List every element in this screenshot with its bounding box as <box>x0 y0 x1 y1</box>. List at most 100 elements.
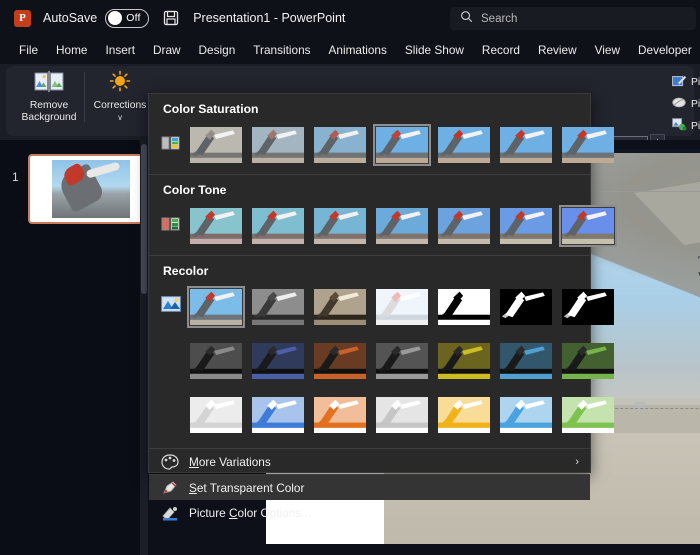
thumbnail-image <box>562 397 614 433</box>
thumbnail-image <box>376 208 428 244</box>
remove-background-label-line2: Background <box>21 112 77 123</box>
saturation-200-thumbnail[interactable] <box>435 124 493 166</box>
dark-accent-orange-thumbnail[interactable] <box>311 340 369 382</box>
thumbnail-image <box>252 343 304 379</box>
temp-5300k-thumbnail[interactable] <box>249 205 307 247</box>
thumbnail-image <box>438 127 490 163</box>
tab-slide-show[interactable]: Slide Show <box>396 40 473 60</box>
slide-panel-scrollbar[interactable] <box>140 140 148 555</box>
saturation-300-thumbnail[interactable] <box>497 124 555 166</box>
temp-6500k-thumbnail[interactable] <box>373 205 431 247</box>
temp-11200k-thumbnail[interactable] <box>559 205 617 247</box>
thumbnail-image <box>500 208 552 244</box>
black-and-white-50-thumbnail[interactable] <box>497 286 555 328</box>
thumbnail-image <box>562 343 614 379</box>
thumbnail-row <box>149 336 614 386</box>
autosave-label: AutoSave <box>43 11 98 25</box>
light-accent-gray2-thumbnail[interactable] <box>373 394 431 436</box>
slide-1-thumbnail[interactable] <box>28 154 146 224</box>
dark-accent-blue-thumbnail[interactable] <box>249 340 307 382</box>
saturation-400-thumbnail[interactable] <box>559 124 617 166</box>
sepia-thumbnail[interactable] <box>311 286 369 328</box>
remove-background-label-line1: Remove <box>29 100 69 111</box>
thumbnail-image <box>376 397 428 433</box>
light-accent-gray-thumbnail[interactable] <box>187 394 245 436</box>
tab-animations[interactable]: Animations <box>320 40 396 60</box>
menu-item-set-transparent-color[interactable]: Set Transparent Color <box>149 475 590 500</box>
dark-accent-green-thumbnail[interactable] <box>559 340 617 382</box>
thumbnail-image <box>314 208 366 244</box>
saturation-66-thumbnail[interactable] <box>311 124 369 166</box>
thumbnail-image <box>562 127 614 163</box>
picture-border-button[interactable]: Pic <box>672 74 700 90</box>
picture-border-label: Pic <box>691 76 700 88</box>
menu-item-more-variations[interactable]: More Variations › <box>149 449 590 474</box>
thumbnail-image <box>252 208 304 244</box>
chevron-down-icon: ∨ <box>117 113 123 122</box>
save-icon[interactable] <box>163 10 179 26</box>
grayscale-thumbnail[interactable] <box>249 286 307 328</box>
plane-graphic <box>52 160 130 218</box>
saturation-33-thumbnail[interactable] <box>249 124 307 166</box>
thumbnail-image <box>314 127 366 163</box>
transparent-color-pen-icon <box>161 480 181 496</box>
thumbnail-image <box>438 289 490 325</box>
tab-insert[interactable]: Insert <box>96 40 144 60</box>
tab-record[interactable]: Record <box>473 40 529 60</box>
ribbon-tab-bar: File Home Insert Draw Design Transitions Anima… <box>0 36 700 64</box>
thumbnail-image <box>500 397 552 433</box>
menu-section-title: Recolor <box>163 264 209 278</box>
corrections-button[interactable]: Corrections ∨ <box>90 70 150 124</box>
thumbnail-image <box>562 289 614 325</box>
corrections-label: Corrections <box>93 100 147 111</box>
temp-4700k-thumbnail[interactable] <box>187 205 245 247</box>
dark-accent-lightblue-thumbnail[interactable] <box>497 340 555 382</box>
light-accent-orange-thumbnail[interactable] <box>311 394 369 436</box>
picture-effects-label: Pic <box>691 98 700 110</box>
menu-item-picture-color-options[interactable]: Picture Color Options... <box>149 500 590 525</box>
temp-7200k-thumbnail[interactable] <box>435 205 493 247</box>
thumbnail-image <box>376 343 428 379</box>
light-accent-lightblue-thumbnail[interactable] <box>497 394 555 436</box>
thumbnail-image <box>314 289 366 325</box>
tone-icon <box>161 214 181 234</box>
remove-background-button[interactable]: Remove Background <box>14 70 84 124</box>
light-accent-gold-thumbnail[interactable] <box>435 394 493 436</box>
saturation-100-thumbnail[interactable] <box>373 124 431 166</box>
tab-transitions[interactable]: Transitions <box>244 40 319 60</box>
temp-8800k-thumbnail[interactable] <box>497 205 555 247</box>
autosave-toggle-knob <box>108 11 123 25</box>
tab-home[interactable]: Home <box>47 40 96 60</box>
group-divider <box>84 72 85 122</box>
dark-accent-gray-thumbnail[interactable] <box>187 340 245 382</box>
saturation-0-thumbnail[interactable] <box>187 124 245 166</box>
temp-5900k-thumbnail[interactable] <box>311 205 369 247</box>
menu-section-title: Color Tone <box>163 183 227 197</box>
tab-file[interactable]: File <box>10 40 47 60</box>
light-accent-blue-thumbnail[interactable] <box>249 394 307 436</box>
light-accent-green-thumbnail[interactable] <box>559 394 617 436</box>
thumbnail-row <box>149 201 617 251</box>
picture-effects-button[interactable]: Pic <box>672 96 700 112</box>
no-recolor-thumbnail[interactable] <box>187 286 245 328</box>
thumbnail-image <box>190 343 242 379</box>
tab-view[interactable]: View <box>586 40 629 60</box>
tab-design[interactable]: Design <box>190 40 245 60</box>
tab-review[interactable]: Review <box>529 40 586 60</box>
black-and-white-25-thumbnail[interactable] <box>435 286 493 328</box>
dark-accent-yellow-thumbnail[interactable] <box>435 340 493 382</box>
chevron-right-icon: › <box>575 455 579 468</box>
menu-item-label: Picture Color Options... <box>189 505 311 520</box>
powerpoint-logo-letter: P <box>19 12 26 24</box>
tab-draw[interactable]: Draw <box>144 40 190 60</box>
autosave-toggle[interactable]: Off <box>105 8 150 28</box>
thumbnail-image <box>438 208 490 244</box>
tab-developer[interactable]: Developer <box>629 40 700 60</box>
dark-accent-gray2-thumbnail[interactable] <box>373 340 431 382</box>
scrollbar-thumb[interactable] <box>141 144 147 294</box>
black-and-white-75-thumbnail[interactable] <box>559 286 617 328</box>
picture-layout-icon <box>672 118 691 134</box>
picture-layout-button[interactable]: Pic <box>672 118 700 134</box>
washout-thumbnail[interactable] <box>373 286 431 328</box>
search-input[interactable]: Search <box>450 7 696 30</box>
